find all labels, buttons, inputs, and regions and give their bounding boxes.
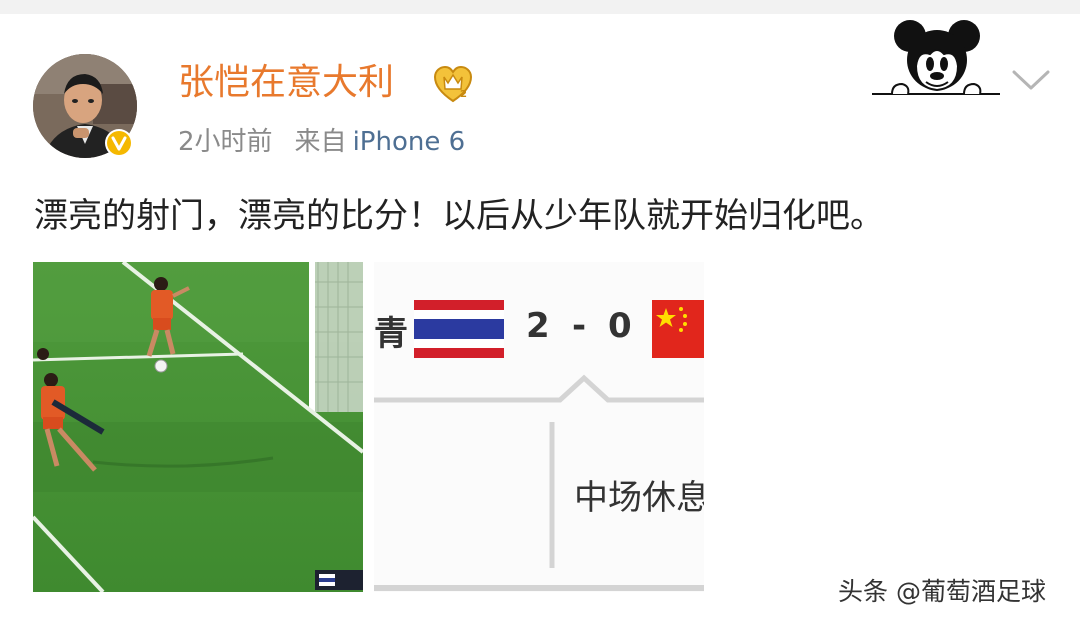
match-photo [33, 262, 363, 592]
post-image-match-photo[interactable] [33, 262, 363, 592]
score-separator: - [572, 306, 587, 346]
watermark: 头条 @葡萄酒足球 [838, 577, 1046, 606]
away-score: 0 [608, 306, 632, 346]
team-name-partial: 青 [374, 314, 408, 354]
chevron-down-icon[interactable] [1010, 66, 1052, 94]
match-status: 中场休息 [574, 478, 704, 518]
post-time: 2小时前 [178, 127, 273, 157]
china-flag-icon [652, 300, 704, 358]
status-bar [0, 0, 1080, 14]
post-image-scoreboard[interactable]: 青 2 - 0 中场休息 [374, 262, 704, 592]
author-name[interactable]: 张恺在意大利 [178, 58, 394, 108]
vip-crown-icon: 2 [433, 65, 473, 103]
home-score: 2 [526, 306, 550, 346]
svg-text:2: 2 [460, 89, 467, 100]
device-link[interactable]: iPhone 6 [353, 127, 466, 157]
post-meta: 2小时前 来自 iPhone 6 [178, 122, 465, 162]
verified-badge-icon [105, 129, 133, 157]
post-text: 漂亮的射门，漂亮的比分！以后从少年队就开始归化吧。 [34, 196, 884, 236]
source-prefix: 来自 [294, 127, 347, 157]
thailand-flag-icon [414, 300, 504, 358]
mickey-sticker-icon [872, 20, 1000, 95]
